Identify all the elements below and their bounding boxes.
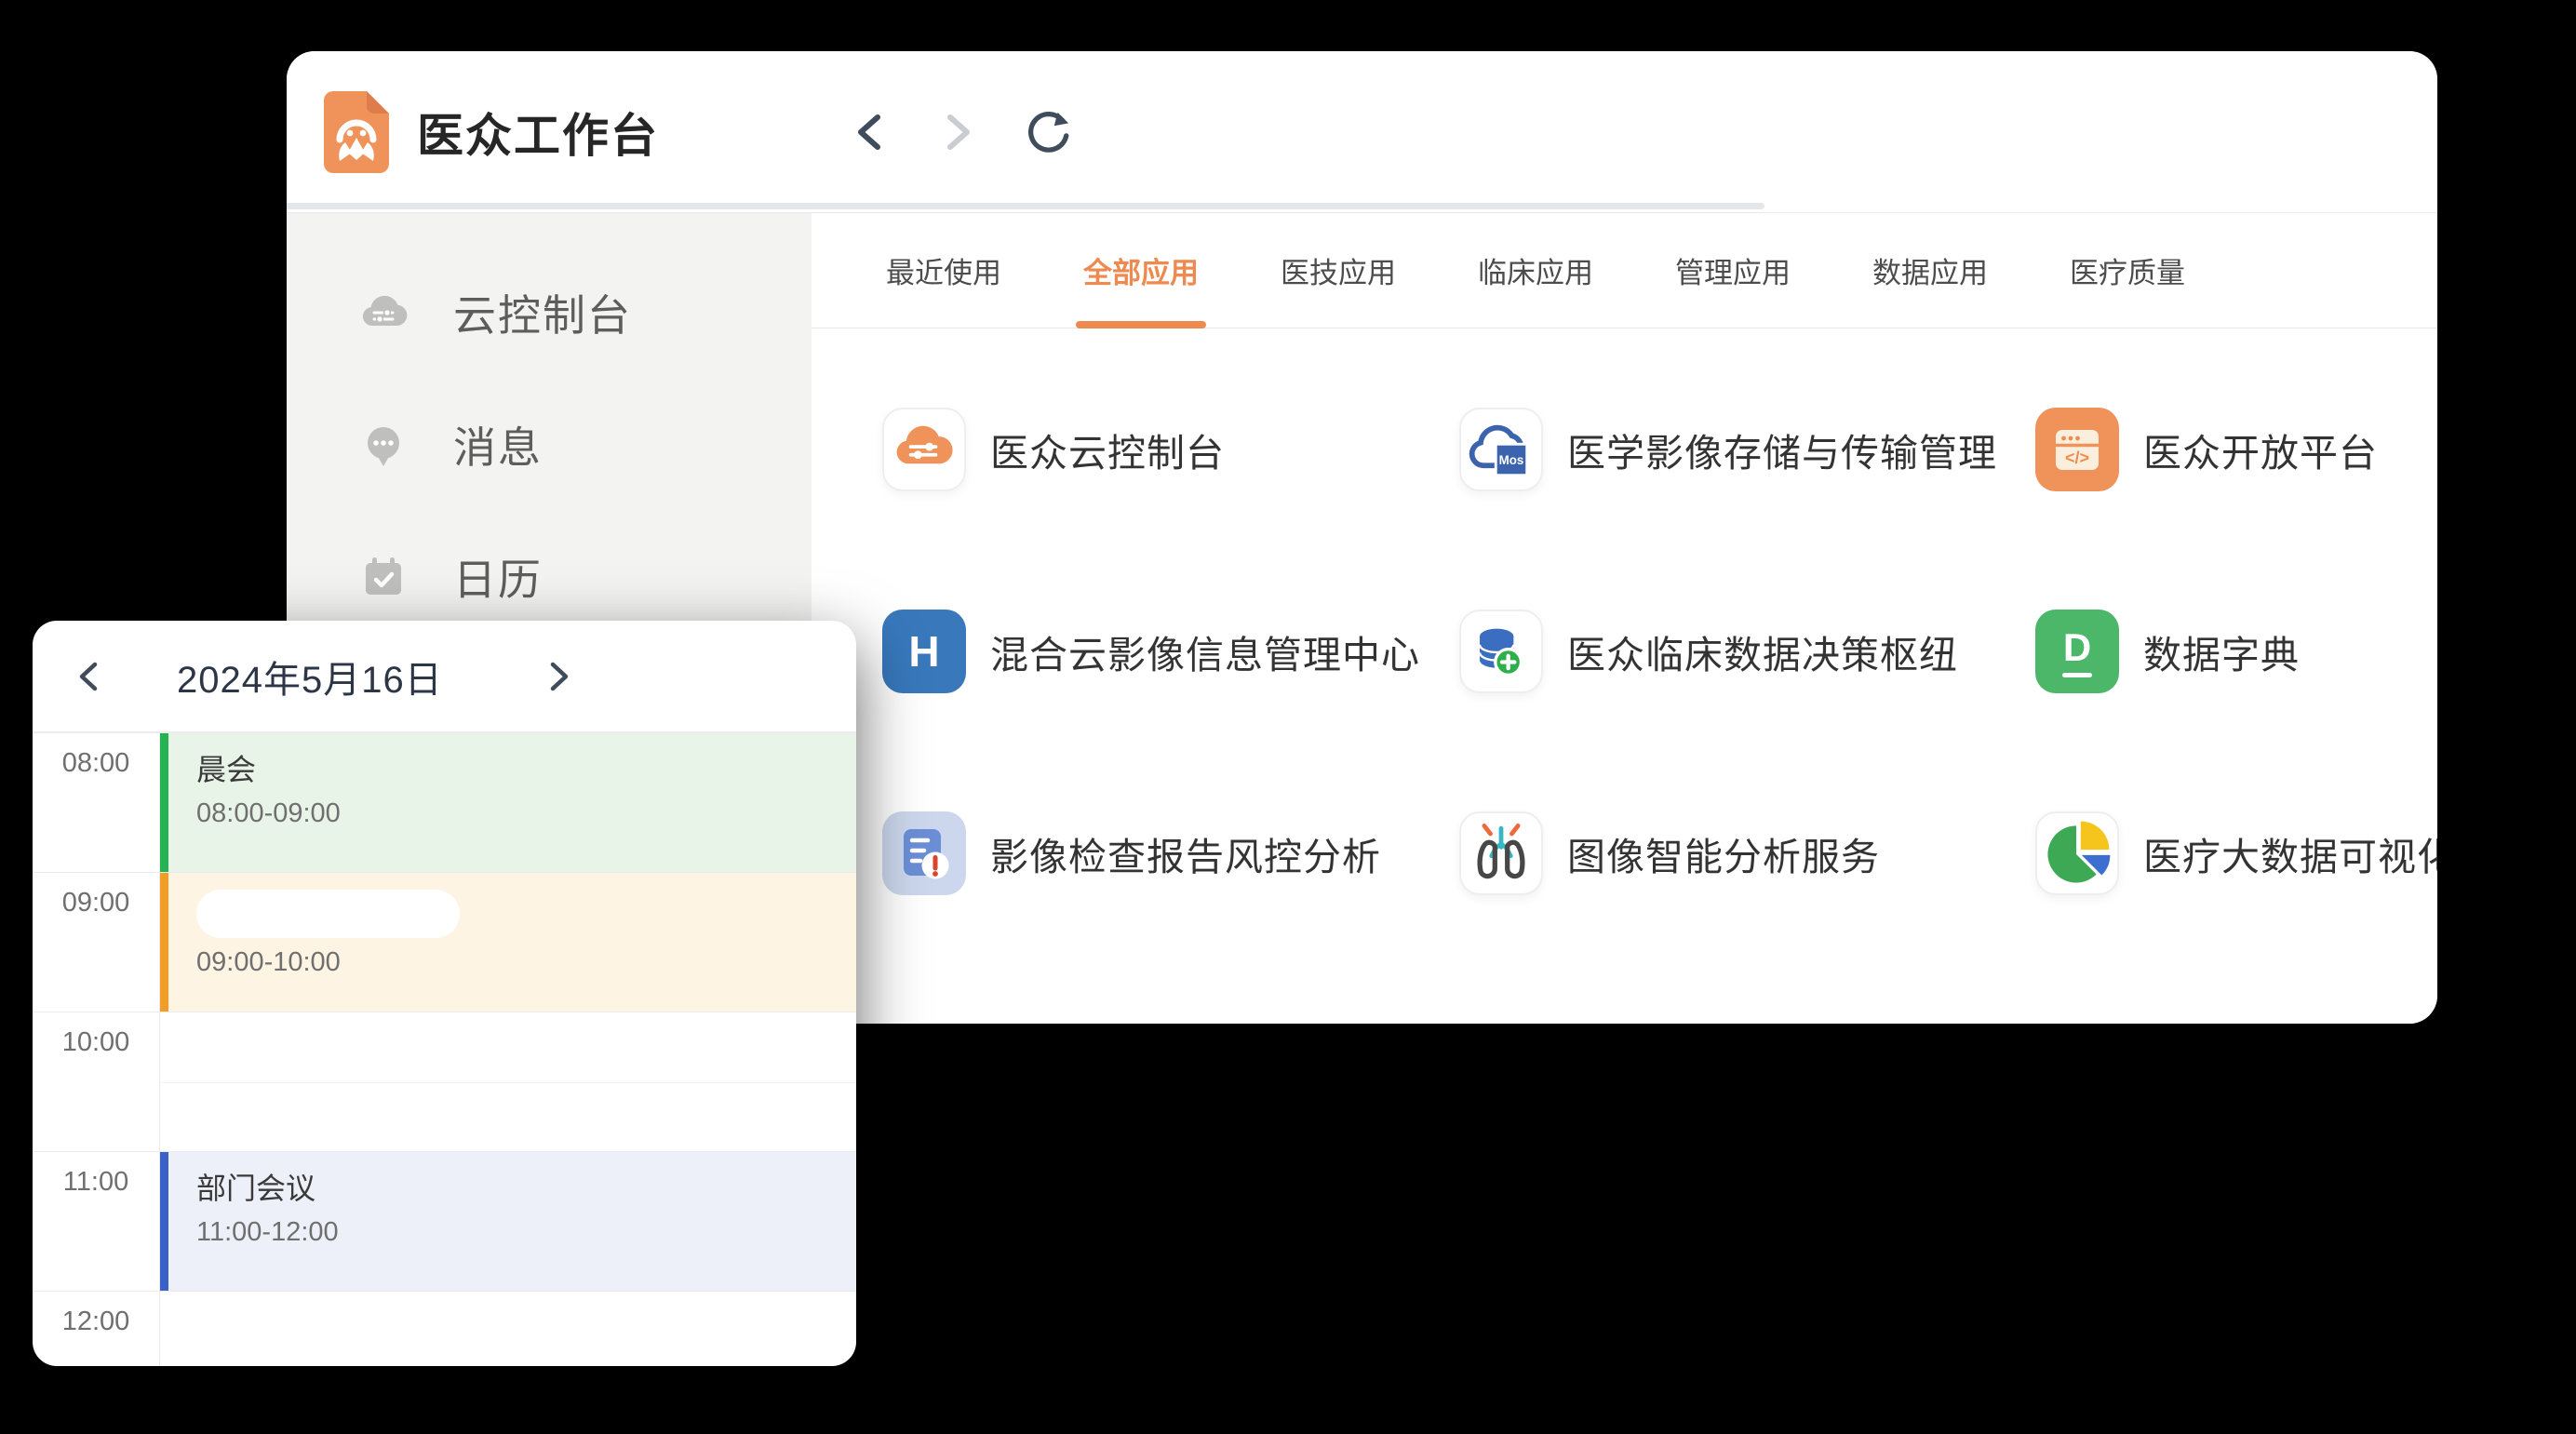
app-label: 医众云控制台 [990, 422, 1225, 477]
app-label: 图像智能分析服务 [1567, 825, 1880, 881]
redacted-event-title-pill [196, 890, 460, 938]
event-morning-meeting[interactable]: 晨会 08:00-09:00 [160, 733, 856, 872]
app-label: 医疗大数据可视化 [2143, 825, 2437, 881]
chevron-right-icon [943, 110, 974, 154]
app-big-data-visualization[interactable]: 医疗大数据可视化 [2035, 811, 2437, 895]
refresh-button[interactable] [1024, 108, 1072, 156]
event-redacted[interactable]: 09:00-10:00 [160, 873, 856, 1012]
blue-cloud-mos-icon: Mos [1461, 408, 1541, 491]
orange-cloud-sliders-icon [884, 408, 964, 491]
sidebar-item-label: 消息 [453, 414, 543, 476]
time-slot[interactable] [160, 1012, 856, 1151]
app-label: 影像检查报告风控分析 [990, 825, 1381, 881]
window-title: 医众工作台 [417, 99, 659, 166]
report-alert-icon [882, 811, 966, 895]
tab-recent[interactable]: 最近使用 [882, 213, 1005, 328]
database-plus-icon [1461, 610, 1541, 693]
time-label: 12:00 [33, 1292, 160, 1366]
event-title: 部门会议 [196, 1165, 856, 1208]
half-hour-line [160, 1082, 856, 1083]
sidebar-item-label: 云控制台 [453, 282, 632, 343]
calendar-prev-day-button[interactable] [74, 658, 102, 695]
time-label: 10:00 [33, 1012, 160, 1151]
letter-h-icon: H [882, 610, 966, 693]
time-slot[interactable]: 09:00-10:00 [160, 873, 856, 1012]
event-time: 09:00-10:00 [196, 947, 856, 978]
app-logo-icon [324, 91, 389, 173]
sidebar-item-calendar[interactable]: 日历 [287, 534, 812, 620]
lungs-icon [1461, 811, 1541, 895]
app-label: 医学影像存储与传输管理 [1567, 422, 1997, 477]
tab-medical-quality[interactable]: 医疗质量 [2066, 213, 2189, 328]
svg-text:</>: </> [2065, 449, 2089, 467]
horizontal-scrollbar[interactable] [287, 203, 1764, 209]
forward-button[interactable] [934, 108, 983, 156]
pie-chart-icon [2037, 811, 2117, 895]
calendar-panel: 2024年5月16日 08:00 晨会 08:00-09:00 09:00 09… [33, 621, 856, 1366]
time-slot[interactable]: 部门会议 11:00-12:00 [160, 1152, 856, 1291]
cloud-console-icon [358, 288, 409, 338]
app-label: 数据字典 [2143, 623, 2300, 679]
calendar-row-0800: 08:00 晨会 08:00-09:00 [33, 732, 856, 872]
app-image-ai-analysis[interactable]: 图像智能分析服务 [1459, 811, 2035, 895]
time-label: 09:00 [33, 873, 160, 1012]
time-label: 08:00 [33, 733, 160, 872]
window-header: 医众工作台 [287, 51, 2437, 212]
svg-text:Mos: Mos [1499, 453, 1524, 467]
app-open-platform[interactable]: </> 医众开放平台 [2035, 408, 2437, 491]
tab-management-apps[interactable]: 管理应用 [1671, 213, 1794, 328]
event-time: 11:00-12:00 [196, 1217, 856, 1248]
refresh-icon [1024, 107, 1072, 157]
sidebar-item-messages[interactable]: 消息 [287, 402, 812, 488]
app-data-dictionary[interactable]: D 数据字典 [2035, 610, 2437, 693]
chevron-right-icon [547, 659, 571, 694]
browser-nav [845, 108, 1072, 156]
sidebar-item-cloud-console[interactable]: 云控制台 [287, 270, 812, 355]
calendar-header: 2024年5月16日 [33, 621, 856, 732]
app-category-tabs: 最近使用 全部应用 医技应用 临床应用 管理应用 数据应用 医疗质量 [812, 213, 2437, 328]
tab-data-apps[interactable]: 数据应用 [1869, 213, 1992, 328]
tab-all-apps[interactable]: 全部应用 [1080, 213, 1202, 328]
time-label: 11:00 [33, 1152, 160, 1291]
time-slot[interactable]: 晨会 08:00-09:00 [160, 733, 856, 872]
app-grid: 医众云控制台 Mos 医学影像存储与传输管理 [812, 328, 2437, 1013]
chevron-left-icon [853, 110, 885, 154]
app-medical-image-storage[interactable]: Mos 医学影像存储与传输管理 [1459, 408, 2035, 491]
calendar-row-1100: 11:00 部门会议 11:00-12:00 [33, 1151, 856, 1291]
event-time: 08:00-09:00 [196, 798, 856, 829]
content-area: 最近使用 全部应用 医技应用 临床应用 管理应用 数据应用 医疗质量 [812, 213, 2437, 1024]
app-cloud-console[interactable]: 医众云控制台 [882, 408, 1459, 491]
app-clinical-data-hub[interactable]: 医众临床数据决策枢纽 [1459, 610, 2035, 693]
calendar-row-1200: 12:00 [33, 1291, 856, 1366]
app-report-risk-analysis[interactable]: 影像检查报告风控分析 [882, 811, 1459, 895]
code-window-icon: </> [2035, 408, 2119, 491]
tab-medtech-apps[interactable]: 医技应用 [1277, 213, 1400, 328]
chevron-left-icon [76, 659, 101, 694]
letter-d-book-icon: D [2035, 610, 2119, 693]
calendar-icon [358, 552, 409, 602]
message-icon [358, 420, 409, 470]
app-label: 医众临床数据决策枢纽 [1567, 623, 1958, 679]
calendar-row-1000: 10:00 [33, 1012, 856, 1151]
app-label: 混合云影像信息管理中心 [990, 623, 1420, 679]
time-slot[interactable] [160, 1292, 856, 1366]
event-department-meeting[interactable]: 部门会议 11:00-12:00 [160, 1152, 856, 1291]
calendar-row-0900: 09:00 09:00-10:00 [33, 872, 856, 1012]
calendar-date-label: 2024年5月16日 [177, 650, 443, 704]
tab-clinical-apps[interactable]: 临床应用 [1474, 213, 1597, 328]
calendar-next-day-button[interactable] [545, 658, 573, 695]
event-title: 晨会 [196, 746, 856, 789]
back-button[interactable] [845, 108, 893, 156]
app-hybrid-cloud-imaging[interactable]: H 混合云影像信息管理中心 [882, 610, 1459, 693]
app-label: 医众开放平台 [2143, 422, 2378, 477]
sidebar-item-label: 日历 [453, 546, 543, 608]
